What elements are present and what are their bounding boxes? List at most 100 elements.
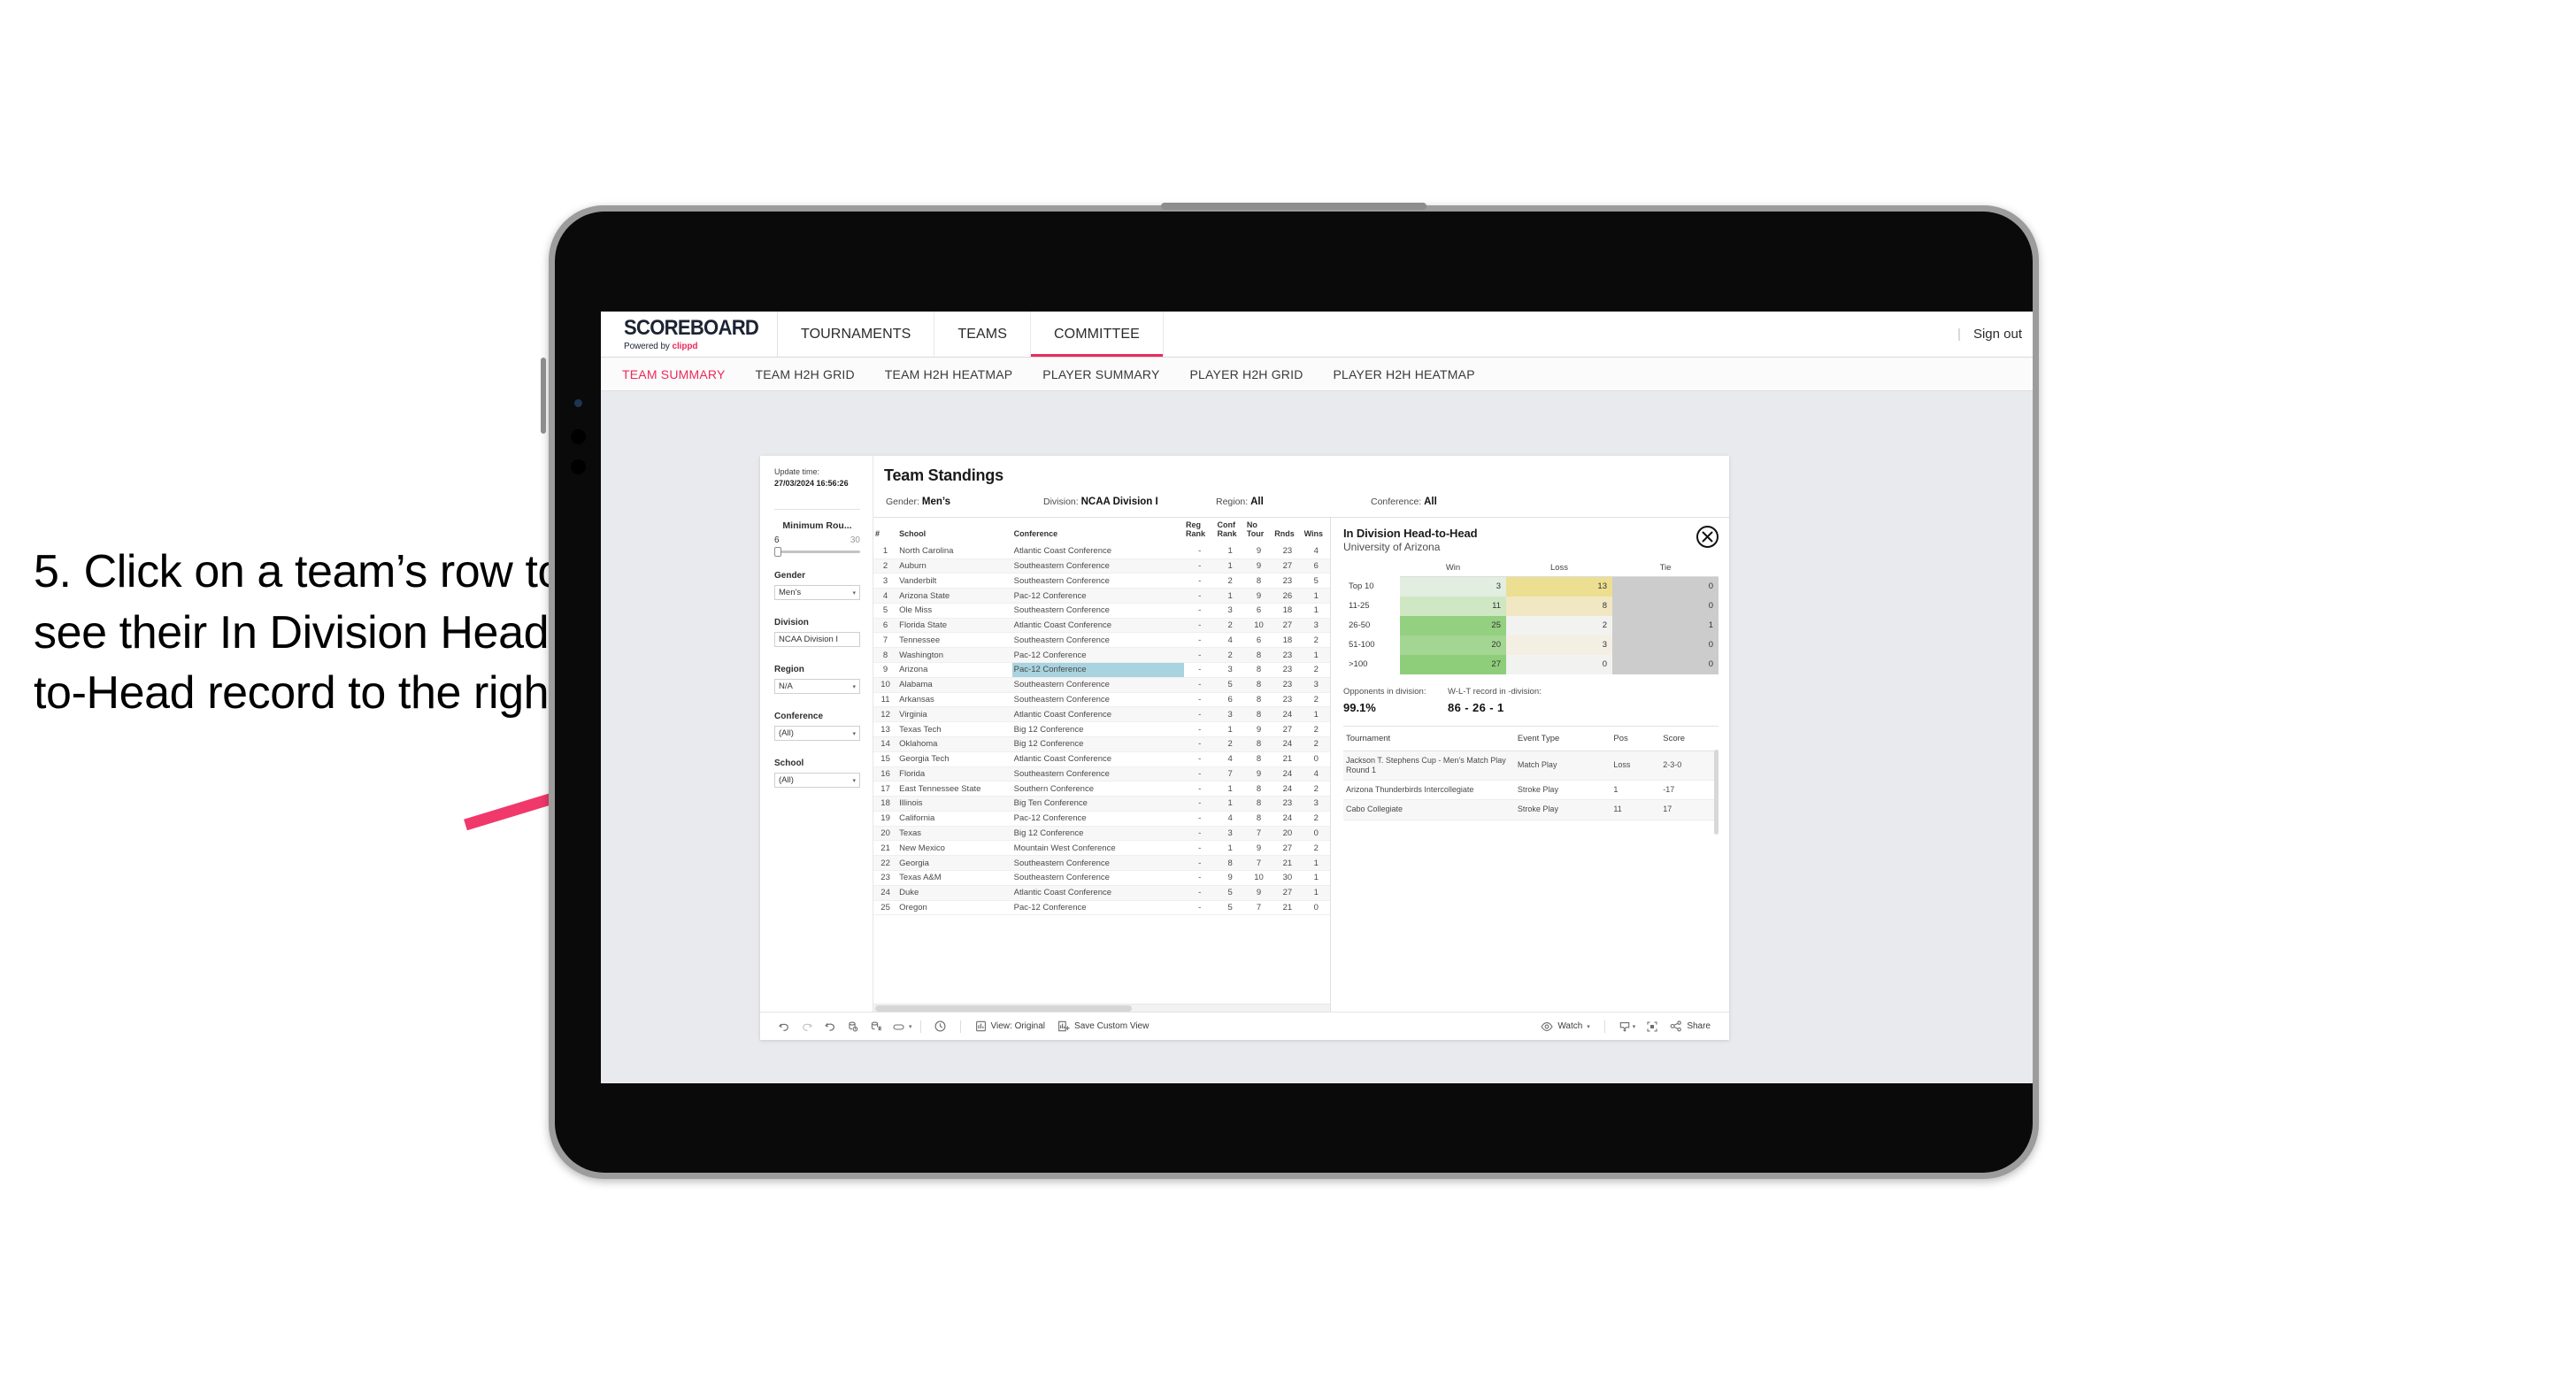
sign-out-link[interactable]: Sign out xyxy=(1973,327,2022,342)
table-row[interactable]: 16 Florida Southeastern Conference -7 9 24 4 xyxy=(873,766,1330,782)
table-row[interactable]: 19 California Pac-12 Conference -4 8 24 2 xyxy=(873,811,1330,827)
subnav-item-team-h2h-grid[interactable]: TEAM H2H GRID xyxy=(756,367,855,381)
table-row[interactable]: 9 Arizona Pac-12 Conference -3 8 23 2 xyxy=(873,662,1330,678)
table-row[interactable]: 22 Georgia Southeastern Conference -8 7 21 1 xyxy=(873,855,1330,871)
refresh-data-icon[interactable] xyxy=(842,1017,865,1036)
scrollbar-thumb[interactable] xyxy=(875,1005,1132,1012)
revert-icon[interactable] xyxy=(819,1017,842,1036)
standings-col-conf[interactable]: Conf Rank xyxy=(1215,518,1244,544)
table-row[interactable]: 24 Duke Atlantic Coast Conference -5 9 27 1 xyxy=(873,885,1330,901)
subnav-item-team-summary[interactable]: TEAM SUMMARY xyxy=(622,367,726,381)
table-row[interactable]: 2 Auburn Southeastern Conference -1 9 27 6 xyxy=(873,558,1330,574)
tournament-row[interactable]: Jackson T. Stephens Cup - Men’s Match Pl… xyxy=(1343,751,1719,781)
topnav-item-teams[interactable]: TEAMS xyxy=(934,312,1031,357)
heatmap-cell[interactable]: 11 xyxy=(1400,596,1506,616)
row-conference: Atlantic Coast Conference xyxy=(1011,618,1184,634)
fullscreen-icon[interactable] xyxy=(1641,1017,1664,1036)
table-row[interactable]: 17 East Tennessee State Southern Conferenc… xyxy=(873,781,1330,797)
standings-col-rnds[interactable]: Rnds xyxy=(1273,518,1302,544)
heatmap-cell[interactable]: 27 xyxy=(1400,654,1506,674)
save-custom-view-button[interactable]: Save Custom View xyxy=(1051,1017,1155,1036)
subnav-item-team-h2h-heatmap[interactable]: TEAM H2H HEATMAP xyxy=(885,367,1013,381)
tournament-results-table: Tournament Event Type Pos Score Jackson T. … xyxy=(1343,726,1719,820)
heatmap-cell[interactable]: 2 xyxy=(1506,615,1612,635)
heatmap-cell[interactable]: 13 xyxy=(1506,576,1612,597)
view-shape-icon[interactable] xyxy=(888,1017,911,1036)
heatmap-cell[interactable]: 0 xyxy=(1612,654,1719,674)
tournament-col-pos[interactable]: Pos xyxy=(1611,726,1661,751)
standings-scroll-area[interactable]: # School Conference Reg Rank Conf Rank No Tour Rn… xyxy=(873,518,1330,1004)
standings-col-notour[interactable]: No Tour xyxy=(1245,518,1273,544)
standings-col-wins[interactable]: Wins xyxy=(1303,518,1330,544)
summary-conference: Conference: All xyxy=(1371,497,1437,507)
heatmap-cell[interactable]: 0 xyxy=(1506,654,1612,674)
slider-track[interactable] xyxy=(774,547,860,558)
tournament-scrollbar[interactable] xyxy=(1714,749,1719,835)
row-school: Ole Miss xyxy=(897,603,1012,619)
tournament-row[interactable]: Arizona Thunderbirds Intercollegiate Stro… xyxy=(1343,780,1719,801)
heatmap-row-label: 26-50 xyxy=(1349,620,1371,630)
table-row[interactable]: 5 Ole Miss Southeastern Conference -3 6 18 1 xyxy=(873,603,1330,619)
tournament-col-tournament[interactable]: Tournament xyxy=(1343,726,1515,751)
close-icon[interactable] xyxy=(1696,526,1719,548)
chevron-down-icon[interactable]: ▾ xyxy=(909,1023,912,1030)
watch-button[interactable]: Watch ▾ xyxy=(1534,1017,1596,1036)
filter-conference-select[interactable]: (All) ▾ xyxy=(774,726,860,742)
table-row[interactable]: 23 Texas A&M Southeastern Conference -9 10 30… xyxy=(873,870,1330,886)
topnav-item-tournaments[interactable]: TOURNAMENTS xyxy=(778,312,935,357)
standings-col-reg[interactable]: Reg Rank xyxy=(1184,518,1216,544)
filter-region-select[interactable]: N/A ▾ xyxy=(774,679,860,695)
table-row[interactable]: 20 Texas Big 12 Conference -3 7 20 0 xyxy=(873,826,1330,842)
heatmap-cell[interactable]: 0 xyxy=(1612,635,1719,655)
heatmap-cell[interactable]: 0 xyxy=(1612,576,1719,597)
filter-division-select[interactable]: NCAA Division I xyxy=(774,632,860,648)
heatmap-cell[interactable]: 20 xyxy=(1400,635,1506,655)
tournament-col-score[interactable]: Score xyxy=(1660,726,1719,751)
standings-col-conference[interactable]: Conference xyxy=(1012,518,1184,544)
share-button[interactable]: Share xyxy=(1664,1017,1717,1036)
table-row[interactable]: 10 Alabama Southeastern Conference -5 8 23 3 xyxy=(873,677,1330,693)
table-row[interactable]: 1 North Carolina Atlantic Coast Conference… xyxy=(873,543,1330,559)
standings-col-idx[interactable]: # xyxy=(873,518,897,544)
row-reg-rank: - xyxy=(1183,811,1216,827)
table-row[interactable]: 15 Georgia Tech Atlantic Coast Conference -… xyxy=(873,751,1330,767)
heatmap-cell[interactable]: 1 xyxy=(1612,615,1719,635)
horizontal-scrollbar[interactable] xyxy=(873,1004,1330,1012)
heatmap-cell[interactable]: 3 xyxy=(1506,635,1612,655)
table-row[interactable]: 13 Texas Tech Big 12 Conference -1 9 27 2 xyxy=(873,721,1330,737)
chevron-down-icon[interactable]: ▾ xyxy=(1633,1023,1636,1030)
table-row[interactable]: 8 Washington Pac-12 Conference -2 8 23 1 xyxy=(873,647,1330,664)
topnav-item-committee[interactable]: COMMITTEE xyxy=(1031,312,1164,357)
table-row[interactable]: 7 Tennessee Southeastern Conference -4 6 18 2 xyxy=(873,632,1330,649)
history-icon[interactable] xyxy=(929,1017,952,1036)
table-row[interactable]: 6 Florida State Atlantic Coast Conference -… xyxy=(873,618,1330,634)
tournament-results-wrapper[interactable]: Tournament Event Type Pos Score Jackson T. … xyxy=(1343,725,1719,1013)
table-row[interactable]: 25 Oregon Pac-12 Conference -5 7 21 0 xyxy=(873,900,1330,916)
redo-icon[interactable] xyxy=(796,1017,819,1036)
standings-col-school[interactable]: School xyxy=(897,518,1012,544)
tournament-row[interactable]: Cabo Collegiate Stroke Play 11 17 xyxy=(1343,799,1719,820)
table-row[interactable]: 21 New Mexico Mountain West Conference -1 9 2… xyxy=(873,840,1330,857)
filter-gender-select[interactable]: Men’s ▾ xyxy=(774,585,860,601)
heatmap-cell[interactable]: 8 xyxy=(1506,596,1612,616)
tournament-col-event-type[interactable]: Event Type xyxy=(1514,726,1611,751)
pause-updates-icon[interactable] xyxy=(865,1017,888,1036)
table-row[interactable]: 4 Arizona State Pac-12 Conference -1 9 26 1 xyxy=(873,588,1330,604)
subnav-item-player-h2h-heatmap[interactable]: PLAYER H2H HEATMAP xyxy=(1334,367,1475,381)
filter-school-select[interactable]: (All) ▾ xyxy=(774,773,860,789)
view-original-button[interactable]: View: Original xyxy=(969,1017,1052,1036)
table-row[interactable]: 14 Oklahoma Big 12 Conference -2 8 24 2 xyxy=(873,736,1330,752)
undo-icon[interactable] xyxy=(773,1017,796,1036)
heatmap-cell[interactable]: 0 xyxy=(1612,596,1719,616)
subnav-item-player-summary[interactable]: PLAYER SUMMARY xyxy=(1042,367,1159,381)
heatmap-cell[interactable]: 3 xyxy=(1400,576,1506,597)
row-school: Washington xyxy=(897,647,1012,664)
table-row[interactable]: 3 Vanderbilt Southeastern Conference -2 8 23 5 xyxy=(873,573,1330,589)
slider-handle[interactable] xyxy=(774,547,781,558)
brand-logo[interactable]: SCOREBOARD Powered by clippd xyxy=(601,312,778,357)
table-row[interactable]: 11 Arkansas Southeastern Conference -6 8 23 2 xyxy=(873,692,1330,708)
subnav-item-player-h2h-grid[interactable]: PLAYER H2H GRID xyxy=(1190,367,1303,381)
table-row[interactable]: 12 Virginia Atlantic Coast Conference -3 8 24… xyxy=(873,706,1330,723)
heatmap-cell[interactable]: 25 xyxy=(1400,615,1506,635)
table-row[interactable]: 18 Illinois Big Ten Conference -1 8 23 3 xyxy=(873,796,1330,812)
